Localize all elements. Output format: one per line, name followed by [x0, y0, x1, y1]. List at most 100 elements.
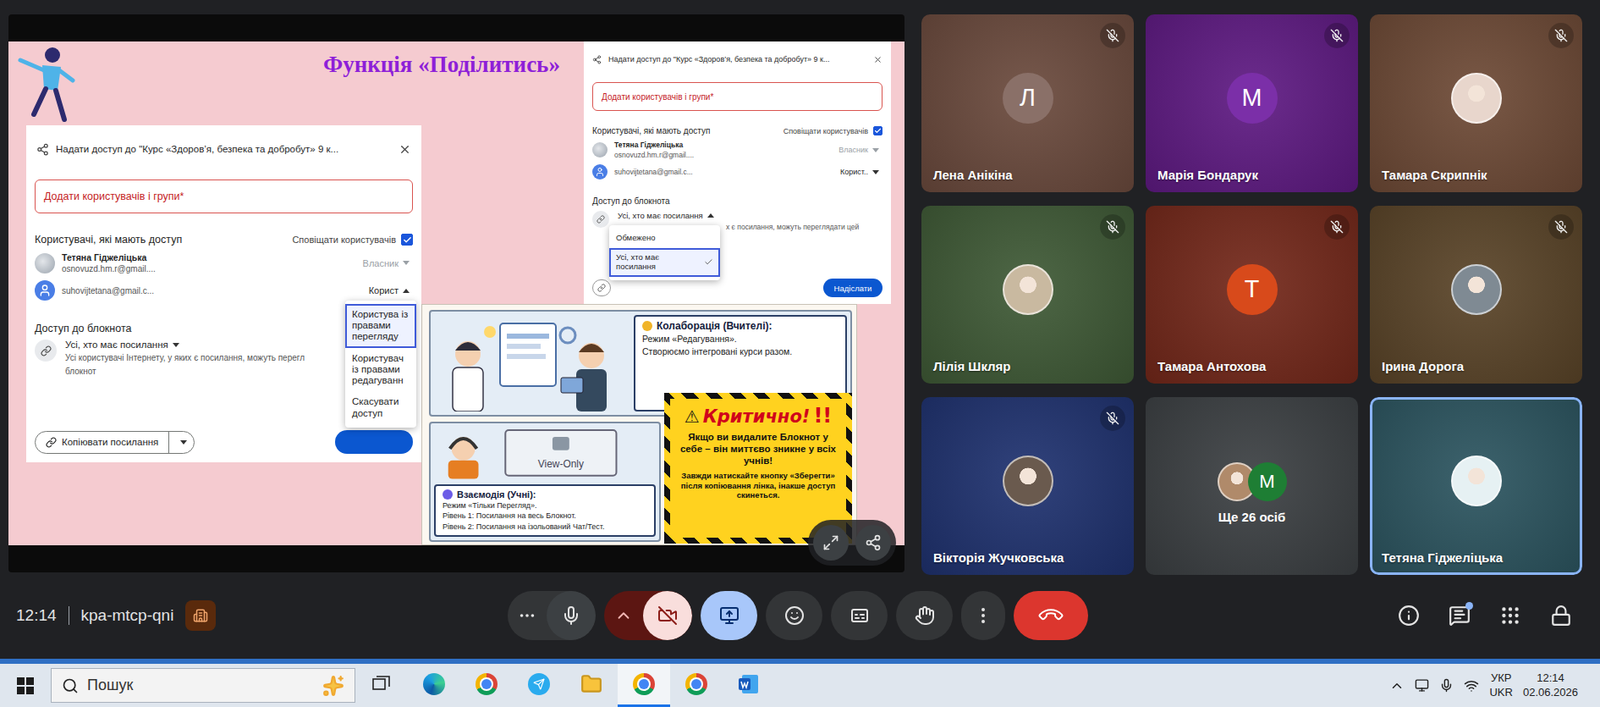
user-row: suhovijtetana@gmail.c...Корист.. — [588, 159, 886, 180]
meeting-details-button[interactable] — [1390, 596, 1428, 634]
general-access-option[interactable]: Усі, хто має посилання — [609, 247, 721, 277]
show-hidden-icons-icon[interactable] — [1389, 677, 1405, 693]
person-icon — [594, 166, 605, 177]
more-participants-tile[interactable]: МЩе 26 осіб — [1145, 396, 1359, 575]
taskbar-app[interactable] — [460, 663, 513, 707]
captions-button[interactable] — [830, 590, 888, 640]
reactions-button[interactable] — [765, 590, 823, 640]
display-icon[interactable] — [1414, 677, 1430, 693]
video-options-button[interactable] — [604, 590, 644, 640]
muted-badge — [1324, 214, 1350, 240]
copy-link-button[interactable] — [592, 279, 611, 297]
taskbar-app[interactable] — [565, 663, 618, 707]
taskbar-app[interactable] — [355, 663, 408, 707]
chat-button[interactable] — [1440, 596, 1479, 634]
participant-name: Тамара Антохова — [1145, 358, 1359, 384]
participant-avatar — [1002, 263, 1054, 315]
taskbar-app[interactable] — [670, 663, 723, 707]
send-button[interactable] — [335, 429, 413, 454]
role-menu-item[interactable]: Скасувати доступ — [345, 390, 417, 424]
notify-option[interactable]: Сповіщати користувачів — [291, 233, 413, 246]
role-menu-item[interactable]: Користува із правами перегляду — [345, 303, 417, 348]
add-users-field[interactable]: Додати користувачів і групи* — [34, 179, 413, 214]
workspace-badge[interactable] — [185, 599, 216, 631]
microphone-icon[interactable] — [1439, 677, 1454, 693]
copy-link-button[interactable]: Копіювати посилання — [35, 431, 169, 453]
taskbar-app[interactable] — [617, 663, 671, 707]
caret-icon — [172, 342, 180, 347]
role-menu-item[interactable]: Користувач із правами редагуванн — [345, 347, 417, 392]
add-users-field[interactable]: Додати користувачів і групи* — [592, 82, 883, 111]
more-options-button[interactable] — [961, 590, 1006, 640]
wifi-icon[interactable] — [1463, 677, 1480, 693]
taskbar-app[interactable] — [722, 663, 776, 707]
close-icon[interactable] — [398, 142, 412, 156]
students-card: Взаємодія (Учні):Режим «Тільки Перегляд»… — [434, 483, 656, 537]
notify-checkbox[interactable] — [873, 126, 883, 136]
notify-option[interactable]: Сповіщати користувачів — [783, 126, 883, 136]
role-button[interactable]: Корист.. — [836, 167, 883, 176]
share-button[interactable] — [855, 524, 891, 561]
user-row: suhovijtetana@gmail.c...КористКористува … — [31, 273, 417, 301]
participant-tile[interactable]: ЛЛена Анікіна — [921, 14, 1134, 193]
general-access-button[interactable]: Усі, хто має посилання — [617, 210, 715, 220]
send-button[interactable]: Надіслати — [823, 278, 883, 297]
general-access-option[interactable]: Обмежено — [609, 228, 721, 248]
start-button[interactable] — [0, 663, 51, 707]
more-participants-label: Ще 26 осіб — [1218, 509, 1286, 524]
copy-options-button[interactable] — [168, 431, 194, 453]
share-dialog: Надати доступ до "Курс «Здоров’я, безпек… — [26, 125, 422, 462]
chrome-icon — [685, 672, 708, 695]
camera-button[interactable] — [643, 590, 693, 640]
role-button[interactable]: Власник — [359, 258, 413, 269]
participant-name: Лена Анікіна — [921, 167, 1134, 193]
participant-tile[interactable]: Ірина Дорога — [1369, 205, 1583, 384]
taskbar-search[interactable]: Пошук — [50, 667, 356, 703]
fullscreen-button[interactable] — [813, 524, 849, 561]
raise-hand-button[interactable] — [896, 590, 953, 640]
role-button[interactable]: Корист — [365, 285, 413, 296]
participant-tile[interactable]: Вікторія Жучковська — [921, 396, 1134, 575]
participant-tile[interactable]: Лілія Шкляр — [921, 205, 1134, 384]
share-icon — [592, 54, 602, 65]
language-indicator[interactable]: УКРUKR — [1489, 670, 1513, 699]
notify-checkbox[interactable] — [401, 233, 413, 246]
tile-center: МЩе 26 осіб — [1145, 396, 1359, 575]
participant-name: Тетяна Гіджеліцька — [1369, 549, 1583, 575]
sparkles-icon — [322, 674, 345, 697]
role-select: Корист.. — [836, 167, 883, 176]
user-avatar — [34, 252, 55, 274]
link-icon — [45, 436, 57, 448]
role-select: Власник — [835, 145, 883, 154]
link-icon — [597, 283, 606, 292]
taskbar-app[interactable] — [512, 663, 566, 707]
close-icon[interactable] — [873, 54, 883, 65]
present-button[interactable] — [700, 590, 758, 640]
more-horizontal-icon — [517, 605, 537, 625]
participant-tile[interactable]: Тетяна Гіджеліцька — [1369, 396, 1583, 575]
muted-badge — [1324, 22, 1350, 49]
check-icon — [402, 235, 413, 245]
leave-call-button[interactable] — [1013, 590, 1089, 640]
audio-options-button[interactable] — [507, 590, 547, 640]
participant-tile[interactable]: Тамара Скрипнік — [1369, 14, 1583, 193]
user-avatar — [592, 164, 608, 180]
caret-icon — [402, 288, 410, 293]
participant-tile[interactable]: ММарія Бондарук — [1145, 14, 1359, 193]
share-dialog: Надати доступ до "Курс «Здоров’я, безпек… — [583, 41, 891, 304]
activities-button[interactable] — [1491, 596, 1529, 634]
folder-icon — [580, 672, 603, 695]
host-controls-button[interactable] — [1542, 596, 1580, 634]
mic-button[interactable] — [546, 590, 596, 640]
general-access-button[interactable]: Усі, хто має посилання — [65, 339, 180, 350]
role-button[interactable]: Власник — [835, 145, 883, 154]
tray-clock[interactable]: 12:1402.06.2026 — [1523, 670, 1579, 699]
taskbar: Пошук УКРUKR 12:1402.06.2026 — [0, 663, 1600, 707]
search-icon — [61, 676, 79, 694]
participant-tile[interactable]: ТТамара Антохова — [1145, 205, 1359, 384]
user-email: suhovijtetana@gmail.c... — [61, 285, 359, 296]
taskbar-app[interactable] — [407, 663, 461, 707]
mic-off-icon — [1554, 28, 1568, 43]
info-icon — [1397, 604, 1420, 627]
general-access-description: Усі користувачі Інтернету, у яких є поси… — [65, 351, 328, 363]
